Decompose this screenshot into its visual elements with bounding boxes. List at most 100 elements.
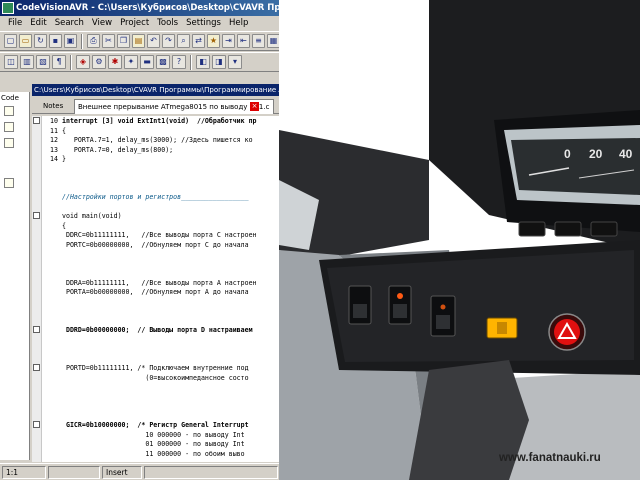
code-line[interactable] [32,306,280,316]
code-text: 11 000000 - по обоим выво [62,449,245,458]
code-line[interactable] [32,401,280,411]
redo-icon[interactable]: ↷ [162,34,175,48]
save-all-icon[interactable]: ▣ [64,34,77,48]
code-line[interactable] [32,335,280,345]
help-icon[interactable]: ? [172,55,186,69]
close-tab-icon[interactable]: × [250,102,259,111]
print-icon[interactable]: ⎙ [87,34,100,48]
tab-notes[interactable]: Notes [40,99,66,114]
new-file-icon[interactable]: ▢ [4,34,17,48]
menu-project[interactable]: Project [116,16,153,31]
code-line[interactable] [32,183,280,193]
code-line[interactable]: (0=высокоимпедансное состо [32,373,280,383]
tree-node-icon[interactable] [4,178,14,188]
code-line[interactable] [32,202,280,212]
save-icon[interactable]: ▪ [49,34,62,48]
menu-search[interactable]: Search [51,16,88,31]
menu-help[interactable]: Help [225,16,252,31]
wizard-icon[interactable]: ✦ [124,55,138,69]
calculator-icon[interactable]: ▩ [156,55,170,69]
code-line[interactable]: DDRA=0b11111111, //Все выводы порта А на… [32,278,280,288]
menu-edit[interactable]: Edit [26,16,50,31]
debugger-icon[interactable]: ✱ [108,55,122,69]
code-line[interactable]: 12 PORTA.7=1, delay_ms(3000); //Здесь пи… [32,135,280,145]
make-icon[interactable]: ▧ [36,55,50,69]
indent-icon[interactable]: ⇥ [222,34,235,48]
code-line[interactable]: PORTD=0b11111111, /* Подключаем внутренн… [32,363,280,373]
menu-file[interactable]: File [4,16,26,31]
code-line[interactable]: GICR=0b10000000; /* Регистр General Inte… [32,420,280,430]
code-line[interactable]: DDRC=0b11111111, //Все выводы порта С на… [32,230,280,240]
compile-icon[interactable]: ◫ [4,55,18,69]
code-line[interactable]: 10 interrupt [3] void ExtInt1(void) //Обр… [32,116,280,126]
code-line[interactable]: 01 000000 - по выводу Int [32,439,280,449]
code-line[interactable] [32,316,280,326]
paste-icon[interactable]: ▤ [132,34,145,48]
code-line[interactable]: PORTC=0b00000000, //Обнуляем порт С до н… [32,240,280,250]
code-line[interactable] [32,259,280,269]
code-line[interactable] [32,411,280,421]
copy-icon[interactable]: ❐ [117,34,130,48]
programmer-icon[interactable]: ⚙ [92,55,106,69]
code-line[interactable] [32,297,280,307]
menu-view[interactable]: View [88,16,116,31]
code-line[interactable] [32,382,280,392]
code-line[interactable]: void main(void) [32,211,280,221]
code-line[interactable]: { [32,221,280,231]
fold-marker-icon[interactable] [33,212,40,219]
code-line[interactable]: 11 { [32,126,280,136]
code-text: DDRA=0b11111111, //Все выводы порта А на… [62,278,257,287]
paragraph-icon[interactable]: ¶ [52,55,66,69]
chip-icon[interactable]: ◈ [76,55,90,69]
comment-icon[interactable]: ≡ [252,34,265,48]
fold-marker-icon[interactable] [33,117,40,124]
code-line[interactable]: PORTA=0b00000000, //Обнуляем порт А до н… [32,287,280,297]
fold-marker-icon[interactable] [33,421,40,428]
menu-settings[interactable]: Settings [182,16,225,31]
menu-bar: File Edit Search View Project Tools Sett… [0,16,280,31]
window-cascade-icon[interactable]: ◨ [212,55,226,69]
cursor-position: 1:1 [2,466,46,479]
open-folder-icon[interactable]: ▭ [19,34,32,48]
bookmark-icon[interactable]: ★ [207,34,220,48]
main-toolbar: ▢ ▭ ↻ ▪ ▣ ⎙ ✂ ❐ ▤ ↶ ↷ ⌕ ⇄ ★ ⇥ ⇤ ≡ ▦ [0,31,280,51]
code-line[interactable] [32,344,280,354]
code-text: { [62,126,66,135]
cut-icon[interactable]: ✂ [102,34,115,48]
find-icon[interactable]: ⌕ [177,34,190,48]
code-line[interactable]: //Настройки портов и регистров__________… [32,192,280,202]
watermark-url: www.fanatnauki.ru [499,452,601,464]
code-line[interactable] [32,173,280,183]
code-editor[interactable]: 10 interrupt [3] void ExtInt1(void) //Обр… [32,116,280,462]
window-title-bar[interactable]: CodeVisionAVR - C:\Users\Кубрисов\Deskto… [0,0,280,16]
tree-node-icon[interactable] [4,138,14,148]
code-line[interactable]: 10 000000 - по выводу Int [32,430,280,440]
code-line[interactable]: DDRD=0b00000000; // Выводы порта D настр… [32,325,280,335]
replace-icon[interactable]: ⇄ [192,34,205,48]
fold-marker-icon[interactable] [33,364,40,371]
undo-icon[interactable]: ↶ [147,34,160,48]
tree-node-icon[interactable] [4,106,14,116]
window-list-icon[interactable]: ▾ [228,55,242,69]
code-line[interactable] [32,392,280,402]
reload-icon[interactable]: ↻ [34,34,47,48]
code-line[interactable] [32,268,280,278]
code-line[interactable]: 13 PORTA.7=0, delay_ms(800); [32,145,280,155]
code-text: void main(void) [62,212,122,220]
code-line[interactable] [32,354,280,364]
terminal-icon[interactable]: ▬ [140,55,154,69]
tab-source-file[interactable]: Внешнее прерывание ATmega8015 по выводу … [74,99,274,114]
code-line[interactable]: 14} [32,154,280,164]
menu-tools[interactable]: Tools [153,16,182,31]
code-line[interactable]: 11 000000 - по обоим выво [32,449,280,459]
window-tile-icon[interactable]: ◧ [196,55,210,69]
tree-node-icon[interactable] [4,122,14,132]
unindent-icon[interactable]: ⇤ [237,34,250,48]
fold-marker-icon[interactable] [33,326,40,333]
code-text: 10 000000 - по выводу Int [62,430,245,439]
code-line[interactable] [32,249,280,259]
code-line[interactable] [32,164,280,174]
code-navigator-panel[interactable]: Code [0,92,30,460]
build-icon[interactable]: ▥ [20,55,34,69]
app-icon [2,2,14,14]
